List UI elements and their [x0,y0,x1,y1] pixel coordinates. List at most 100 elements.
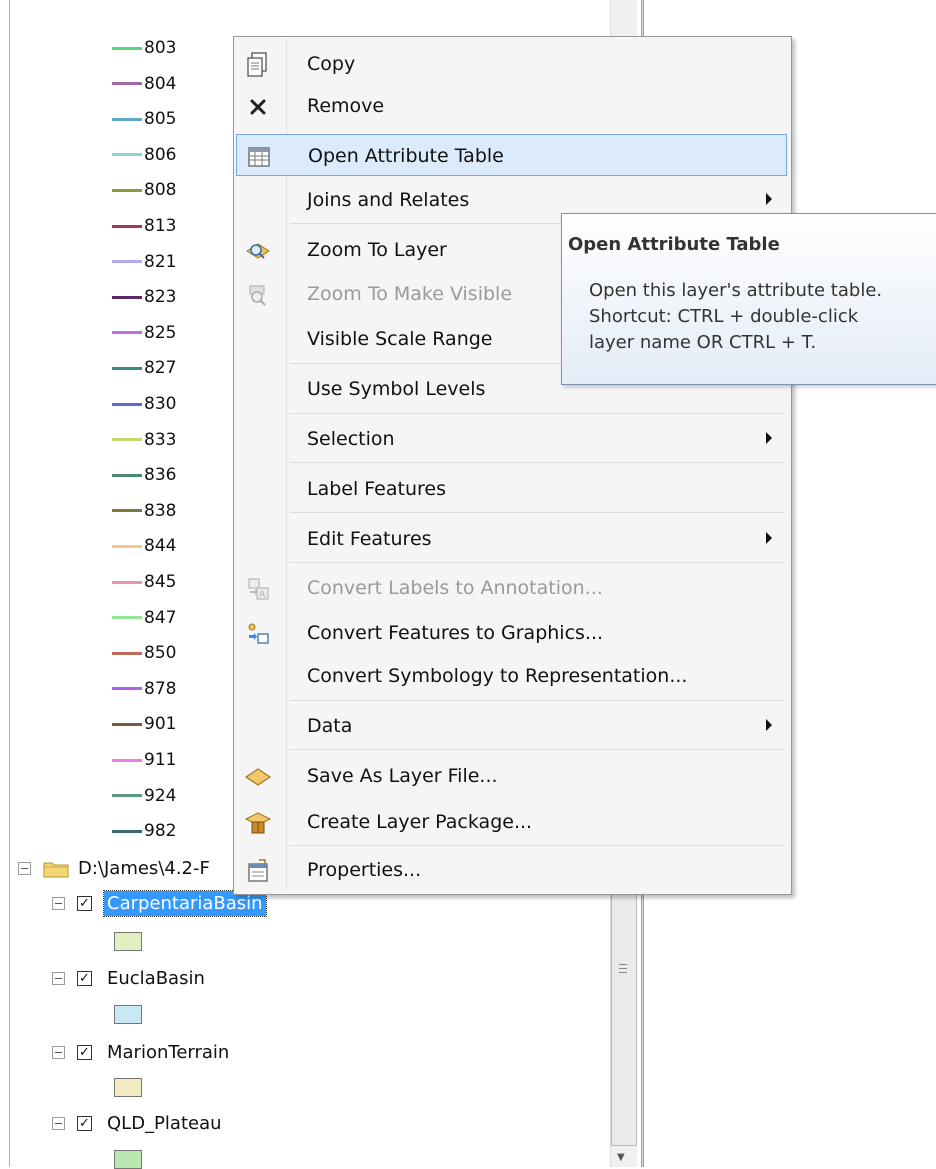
tooltip-line: Shortcut: CTRL + double-click [589,306,859,327]
legend-item: 830 [112,387,176,421]
legend-item: 821 [112,245,176,279]
zoom-to-layer-icon [244,237,272,265]
legend-item: 847 [112,601,176,635]
legend-label: 836 [144,465,177,486]
legend-item: 911 [112,743,176,777]
legend-label: 827 [144,358,177,379]
menu-item-save-as-layer-file[interactable]: Save As Layer File... [236,755,787,797]
menu-item-label: Zoom To Layer [307,239,447,261]
legend-label: 845 [144,572,177,592]
menu-item-data[interactable]: Data [236,705,787,747]
legend-item-partial [112,0,144,14]
legend-item: 827 [112,351,176,385]
layer-name[interactable]: EuclaBasin [104,966,208,991]
layer-file-icon [244,763,272,791]
copy-icon [244,51,272,79]
legend-item: 833 [112,423,176,457]
menu-item-copy[interactable]: Copy [236,43,787,85]
collapse-icon[interactable] [52,1117,65,1130]
menu-separator [290,413,785,414]
remove-icon [244,93,272,121]
legend-label: 844 [144,536,177,557]
layer-fill-swatch [114,1150,142,1169]
legend-line-swatch [112,188,142,192]
legend-line-swatch [112,331,142,335]
tooltip-line: layer name OR CTRL + T. [589,332,817,353]
menu-separator [290,749,785,750]
legend-label: 838 [144,500,177,521]
menu-item-label-features[interactable]: Label Features [236,468,787,510]
folder-row[interactable]: D:\James\4.2-F [18,856,213,881]
submenu-arrow-icon [766,193,772,205]
svg-text:A: A [259,590,266,600]
menu-item-label: Remove [307,95,385,117]
legend-label: 808 [144,180,177,201]
tooltip-body: Open this layer's attribute table. Short… [589,278,929,356]
legend-label: 901 [144,714,177,735]
menu-item-selection[interactable]: Selection [236,418,787,460]
layer-name[interactable]: MarionTerrain [104,1040,232,1065]
collapse-icon[interactable] [52,897,65,910]
collapse-icon[interactable] [52,972,65,985]
menu-item-edit-features[interactable]: Edit Features [236,518,787,560]
menu-item-properties[interactable]: Properties... [236,849,787,891]
legend-item: 901 [112,707,176,741]
legend-label: 833 [144,429,177,450]
legend-item: 838 [112,494,176,528]
legend-line-swatch [112,794,142,798]
properties-icon [244,857,272,885]
scroll-grip [619,968,627,969]
legend-item: 924 [112,779,176,813]
legend-line-swatch [112,117,142,121]
collapse-icon[interactable] [18,862,31,875]
legend-line-swatch [112,829,142,833]
menu-item-label: Create Layer Package... [307,811,533,833]
legend-label: 804 [144,73,177,94]
legend-label: 823 [144,287,177,308]
zoom-visible-icon [244,281,272,309]
menu-item-label: Use Symbol Levels [307,378,486,400]
legend-label: 982 [144,821,177,842]
menu-item-remove[interactable]: Remove [236,85,787,127]
legend-item: 823 [112,280,176,314]
menu-item-label: Convert Symbology to Representation... [307,665,688,687]
layer-visibility-checkbox[interactable]: ✓ [77,971,92,986]
layer-row-qld[interactable]: ✓ QLD_Plateau [52,1111,225,1136]
scrollbar-thumb[interactable] [611,874,637,1146]
menu-item-open-attribute-table[interactable]: Open Attribute Table [236,134,787,176]
menu-item-label: Convert Features to Graphics... [307,622,604,644]
legend-line-swatch [112,473,142,477]
legend-line-swatch [112,722,142,726]
legend-item: 845 [112,565,176,599]
menu-item-label: Edit Features [307,528,432,550]
scroll-grip [619,964,627,965]
legend-item: 878 [112,672,176,706]
legend-label: 878 [144,678,177,699]
legend-label: 813 [144,216,177,236]
menu-item-create-layer-package[interactable]: Create Layer Package... [236,801,787,843]
menu-item-convert-symbology[interactable]: Convert Symbology to Representation... [236,655,787,697]
tree-border [9,0,10,1167]
layer-visibility-checkbox[interactable]: ✓ [77,1045,92,1060]
collapse-icon[interactable] [52,1046,65,1059]
menu-separator [290,462,785,463]
convert-labels-icon: A [244,575,272,603]
menu-item-convert-features-to-graphics[interactable]: Convert Features to Graphics... [236,612,787,654]
menu-item-convert-labels-to-annotation[interactable]: A Convert Labels to Annotation... [236,567,787,609]
legend-line-swatch [112,687,142,691]
legend-item: 844 [112,529,176,563]
legend-label: 924 [144,785,177,806]
menu-item-label: Joins and Relates [307,189,470,211]
layer-row-eucla[interactable]: ✓ EuclaBasin [52,966,208,991]
legend-line-swatch [112,402,142,406]
layer-name[interactable]: QLD_Plateau [104,1111,225,1136]
layer-fill-swatch [114,1078,142,1097]
layer-visibility-checkbox[interactable]: ✓ [77,896,92,911]
menu-item-label: Copy [307,53,356,75]
layer-visibility-checkbox[interactable]: ✓ [77,1116,92,1131]
scroll-down-arrow-icon[interactable]: ▼ [617,1152,625,1163]
legend-item: 806 [112,138,176,172]
menu-separator [290,562,785,563]
layer-row-marion[interactable]: ✓ MarionTerrain [52,1040,232,1065]
legend-item: 836 [112,458,176,492]
